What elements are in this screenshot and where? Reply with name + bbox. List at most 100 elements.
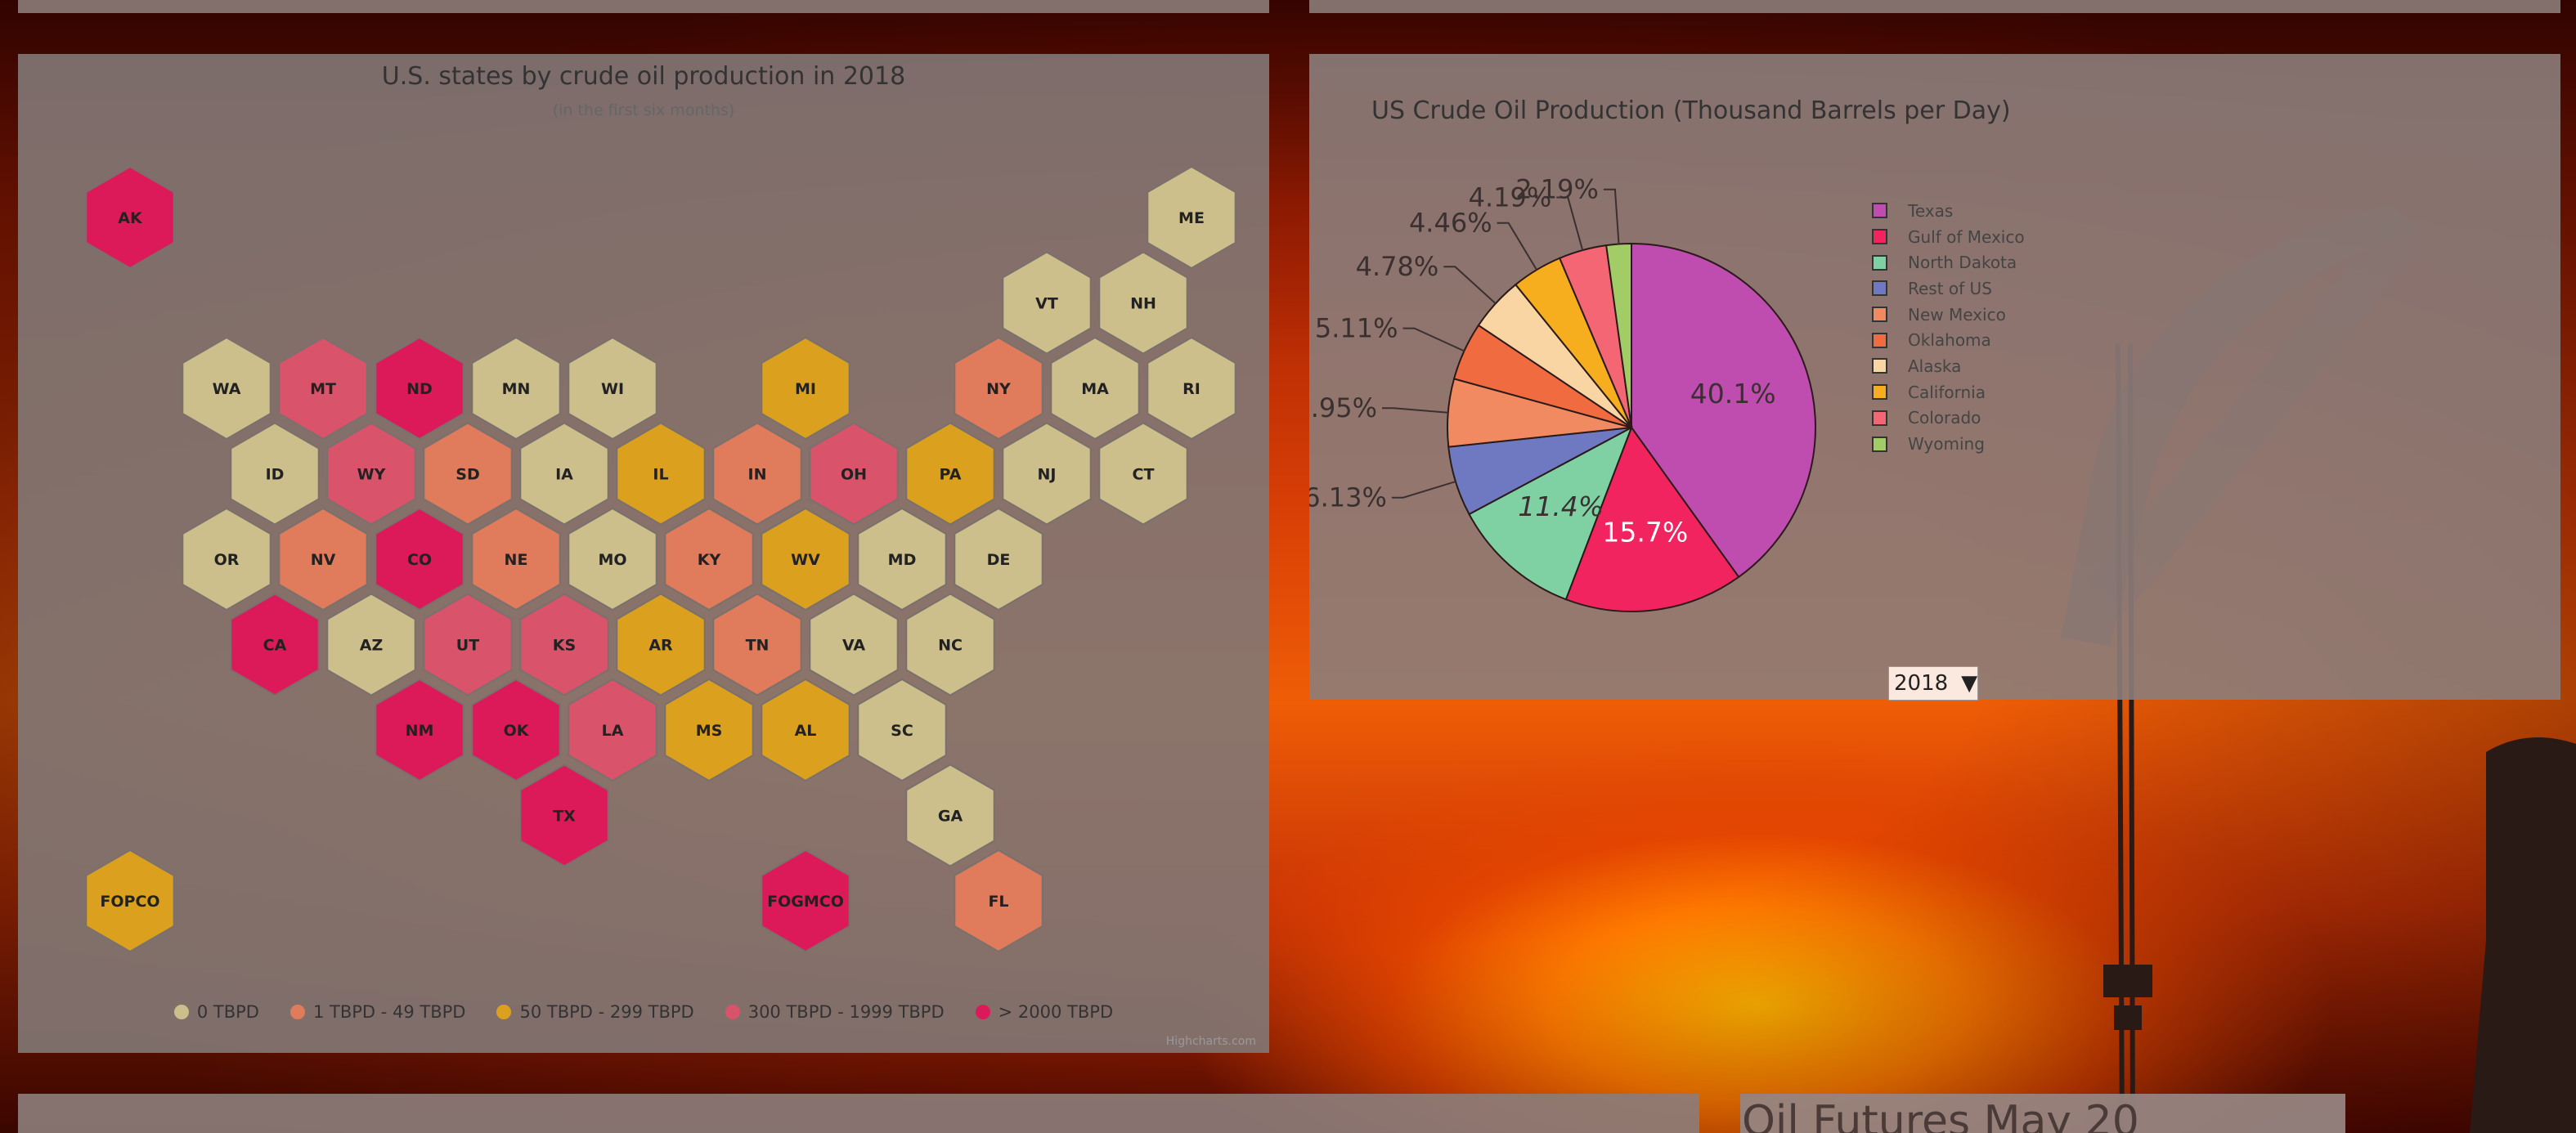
legend-dot: [289, 1005, 305, 1019]
state-tile-sd[interactable]: SD: [423, 422, 513, 526]
legend-swatch: [1872, 436, 1887, 452]
triangle-down-icon: ▼: [1961, 671, 1978, 696]
state-tile-nd[interactable]: ND: [375, 336, 464, 441]
state-tile-sc[interactable]: SC: [857, 678, 947, 782]
state-tile-fopco[interactable]: FOPCO: [85, 849, 175, 953]
state-tile-ks[interactable]: KS: [519, 593, 609, 696]
legend-dot: [725, 1005, 740, 1019]
state-tile-tn[interactable]: TN: [712, 593, 802, 696]
state-tile-az[interactable]: AZ: [326, 593, 416, 696]
state-label: WA: [213, 380, 241, 398]
state-tile-wi[interactable]: WI: [568, 336, 657, 441]
legend-item-0[interactable]: 0 TBPD: [173, 1002, 259, 1022]
state-tile-nv[interactable]: NV: [278, 507, 368, 611]
state-label: WI: [601, 380, 624, 398]
pie-data-label: 11.4%: [1518, 490, 1604, 522]
pie-legend-item[interactable]: California: [1872, 379, 2025, 405]
futures-panel: Oil Futures May 20: [1740, 1094, 2345, 1133]
state-tile-ne[interactable]: NE: [471, 507, 561, 611]
state-label: NV: [311, 551, 336, 569]
pie-legend-item[interactable]: Colorado: [1872, 405, 2025, 432]
pie-legend-label: Oklahoma: [1908, 330, 1991, 351]
state-tile-in[interactable]: IN: [712, 422, 802, 526]
legend-item-4[interactable]: > 2000 TBPD: [975, 1002, 1113, 1022]
state-tile-ca[interactable]: CA: [230, 593, 320, 696]
state-tile-md[interactable]: MD: [857, 507, 947, 611]
state-label: WV: [791, 551, 820, 569]
pie-legend-label: California: [1908, 382, 1986, 402]
state-tile-la[interactable]: LA: [568, 678, 657, 782]
state-tile-al[interactable]: AL: [761, 678, 850, 782]
state-tile-ok[interactable]: OK: [471, 678, 561, 782]
state-label: NJ: [1038, 466, 1057, 484]
state-tile-nh[interactable]: NH: [1098, 251, 1188, 355]
state-tile-tx[interactable]: TX: [519, 764, 609, 867]
legend-item-3[interactable]: 300 TBPD - 1999 TBPD: [725, 1002, 945, 1022]
state-tile-id[interactable]: ID: [230, 422, 320, 526]
state-tile-ak[interactable]: AK: [85, 165, 175, 270]
pie-chart: 40.1%15.7%11.4%6.13%5.95%5.11%4.78%4.46%…: [1309, 174, 1816, 612]
legend-item-2[interactable]: 50 TBPD - 299 TBPD: [496, 1002, 694, 1022]
pie-legend-label: North Dakota: [1908, 253, 2017, 273]
credits-link[interactable]: Highcharts.com: [1166, 1035, 1256, 1048]
legend-swatch: [1872, 410, 1887, 426]
state-tile-ri[interactable]: RI: [1147, 336, 1236, 441]
state-tile-wa[interactable]: WA: [182, 336, 272, 441]
state-tile-wy[interactable]: WY: [326, 422, 416, 526]
pie-legend-item[interactable]: North Dakota: [1872, 249, 2025, 275]
state-tile-ut[interactable]: UT: [423, 593, 513, 696]
state-tile-ma[interactable]: MA: [1050, 336, 1140, 441]
pie-legend-label: New Mexico: [1908, 304, 2006, 325]
state-tile-ky[interactable]: KY: [664, 507, 754, 611]
pie-chart-panel: US Crude Oil Production (Thousand Barrel…: [1309, 54, 2560, 700]
state-tile-fl[interactable]: FL: [954, 849, 1043, 953]
state-tile-ia[interactable]: IA: [519, 422, 609, 526]
pie-legend-label: Texas: [1908, 200, 1954, 221]
legend-swatch: [1872, 384, 1887, 401]
state-tile-ar[interactable]: AR: [616, 593, 706, 696]
state-label: VA: [842, 637, 865, 655]
state-tile-fogmco[interactable]: FOGMCO: [761, 849, 850, 953]
pie-legend-item[interactable]: Alaska: [1872, 353, 2025, 379]
state-tile-de[interactable]: DE: [954, 507, 1043, 611]
pie-legend-label: Alaska: [1908, 356, 1962, 376]
state-tile-ct[interactable]: CT: [1098, 422, 1188, 526]
pie-legend-item[interactable]: Oklahoma: [1872, 327, 2025, 353]
state-tile-wv[interactable]: WV: [761, 507, 850, 611]
state-tile-or[interactable]: OR: [182, 507, 272, 611]
pie-legend-item[interactable]: Texas: [1872, 198, 2025, 224]
pie-legend-item[interactable]: New Mexico: [1872, 302, 2025, 328]
pie-connector-line: [1402, 327, 1465, 352]
state-tile-vt[interactable]: VT: [1002, 251, 1092, 355]
pie-legend-item[interactable]: Wyoming: [1872, 431, 2025, 457]
state-tile-mo[interactable]: MO: [568, 507, 657, 611]
legend-swatch: [1872, 358, 1887, 374]
state-tile-oh[interactable]: OH: [809, 422, 899, 526]
state-tile-mt[interactable]: MT: [278, 336, 368, 441]
state-tile-ny[interactable]: NY: [954, 336, 1043, 441]
state-tile-ga[interactable]: GA: [905, 764, 995, 867]
legend-item-1[interactable]: 1 TBPD - 49 TBPD: [289, 1002, 465, 1022]
hex-tile-map: AK ME VT NH WA MT ND MN WI MI NY MA RI ID WY SD IA IL IN OH…: [85, 165, 1236, 953]
pie-legend-item[interactable]: Rest of US: [1872, 275, 2025, 302]
state-tile-il[interactable]: IL: [616, 422, 706, 526]
state-label: MS: [696, 722, 723, 740]
legend-swatch: [1872, 332, 1887, 348]
state-tile-mi[interactable]: MI: [761, 336, 850, 441]
state-tile-mn[interactable]: MN: [471, 336, 561, 441]
state-label: FOGMCO: [767, 893, 844, 911]
year-dropdown[interactable]: 2018 ▼: [1888, 666, 1978, 701]
pie-legend-item[interactable]: Gulf of Mexico: [1872, 224, 2025, 250]
state-tile-nj[interactable]: NJ: [1002, 422, 1092, 526]
state-tile-ms[interactable]: MS: [664, 678, 754, 782]
state-tile-va[interactable]: VA: [809, 593, 899, 696]
state-tile-co[interactable]: CO: [375, 507, 464, 611]
state-tile-nm[interactable]: NM: [375, 678, 464, 782]
year-value: 2018: [1894, 671, 1949, 696]
state-tile-pa[interactable]: PA: [905, 422, 995, 526]
state-label: CT: [1133, 466, 1155, 484]
futures-title: Oil Futures May 20: [1742, 1097, 2139, 1133]
state-tile-nc[interactable]: NC: [905, 593, 995, 696]
pie-data-label: 40.1%: [1690, 378, 1776, 410]
state-tile-me[interactable]: ME: [1147, 165, 1236, 270]
